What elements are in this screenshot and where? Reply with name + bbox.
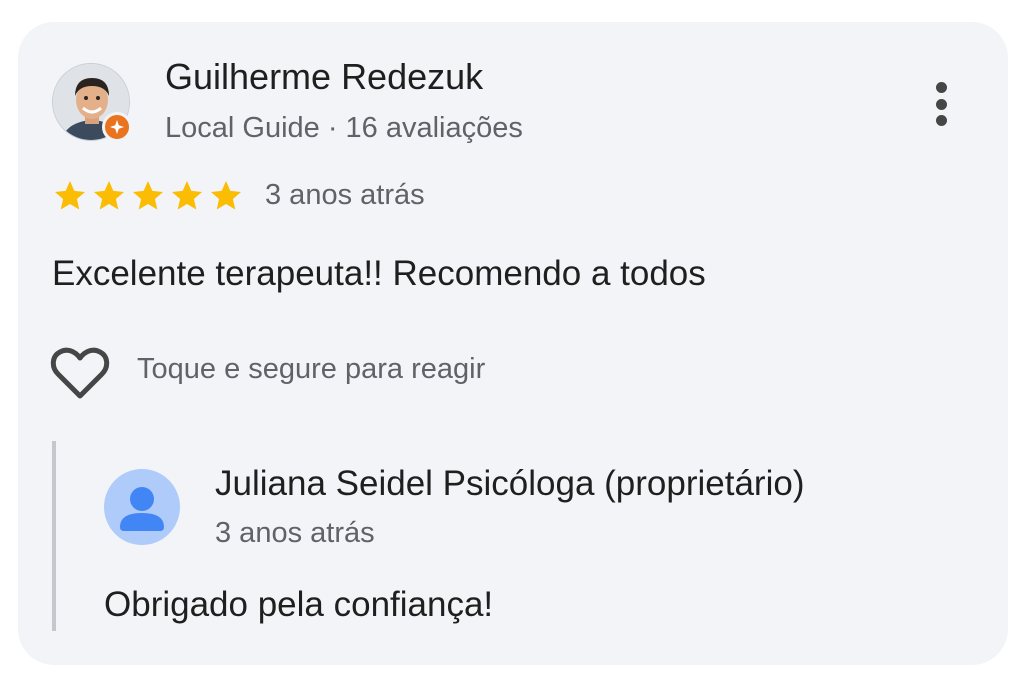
more-vert-icon bbox=[935, 82, 947, 93]
local-guide-badge-icon bbox=[102, 112, 132, 142]
owner-name: Juliana Seidel Psicóloga (proprietário) bbox=[215, 464, 805, 503]
reviewer-name[interactable]: Guilherme Redezuk bbox=[165, 56, 483, 98]
star-icon bbox=[172, 181, 202, 210]
heart-outline-icon[interactable] bbox=[50, 344, 110, 402]
default-person-icon bbox=[104, 469, 180, 545]
owner-reply-time: 3 anos atrás bbox=[215, 517, 375, 549]
star-icon bbox=[55, 181, 85, 210]
star-icon bbox=[94, 181, 124, 210]
more-options-button[interactable] bbox=[922, 78, 960, 130]
review-text: Excelente terapeuta!! Recomendo a todos bbox=[52, 254, 706, 293]
star-rating bbox=[52, 178, 244, 214]
reply-divider bbox=[52, 441, 56, 631]
star-icon bbox=[211, 181, 241, 210]
review-time: 3 anos atrás bbox=[265, 179, 425, 211]
owner-reply-text: Obrigado pela confiança! bbox=[104, 585, 494, 624]
react-hint[interactable]: Toque e segure para reagir bbox=[137, 353, 485, 386]
star-icon bbox=[133, 181, 163, 210]
reviewer-avatar[interactable] bbox=[52, 63, 132, 142]
reviewer-meta: Local Guide · 16 avaliações bbox=[165, 112, 523, 144]
